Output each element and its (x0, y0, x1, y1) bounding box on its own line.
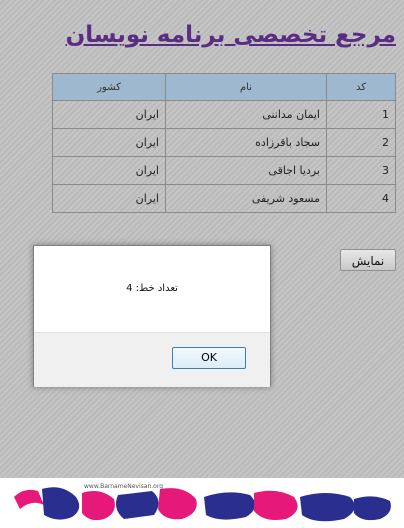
column-header-code: کد (326, 73, 396, 101)
show-button[interactable]: نمایش (340, 249, 396, 271)
column-header-name: نام (165, 73, 327, 101)
logo-letter-blue-1 (42, 487, 80, 520)
table-row: 3 بردیا اجاقی ایران (52, 156, 396, 185)
logo-letter-blue-5 (354, 496, 391, 521)
logo-letter-blue-3 (204, 492, 256, 520)
table-row: 1 ایمان مداننی ایران (52, 100, 396, 129)
logo-letter-pink-3 (254, 490, 298, 520)
cell-name: مسعود شریفی (165, 184, 327, 213)
dialog-footer: OK (34, 332, 270, 387)
page-title: مرجع تخصصی برنامه نویسان (65, 22, 396, 48)
table-row: 4 مسعود شریفی ایران (52, 184, 396, 213)
table-header-row: کد نام کشور (52, 73, 396, 101)
cell-code: 4 (326, 184, 396, 213)
cell-name: ایمان مداننی (165, 100, 327, 129)
cell-code: 2 (326, 128, 396, 157)
data-table: کد نام کشور 1 ایمان مداننی ایران 2 سجاد … (52, 73, 396, 213)
logo-url-text: www.BarnameNevisan.org (84, 483, 163, 490)
page-area: مرجع تخصصی برنامه نویسان کد نام کشور 1 ا… (0, 0, 404, 478)
cell-code: 3 (326, 156, 396, 185)
cell-country: ایران (52, 100, 166, 129)
cell-name: سجاد باقرزاده (165, 128, 327, 157)
cell-country: ایران (52, 184, 166, 213)
ok-button[interactable]: OK (172, 347, 246, 369)
table-row: 2 سجاد باقرزاده ایران (52, 128, 396, 157)
logo-letter-pink-2 (158, 488, 197, 520)
logo-letter-blue-4 (300, 493, 355, 522)
alert-dialog: تعداد خط: 4 OK (33, 245, 271, 387)
cell-country: ایران (52, 156, 166, 185)
column-header-country: کشور (52, 73, 166, 101)
barnamenevisan-logo: www.BarnameNevisan.org (14, 483, 391, 522)
dialog-message: تعداد خط: 4 (126, 283, 178, 294)
cell-code: 1 (326, 100, 396, 129)
dialog-body: تعداد خط: 4 (34, 246, 270, 332)
cell-name: بردیا اجاقی (165, 156, 327, 185)
logo-letter-pink-1 (82, 491, 115, 521)
cell-country: ایران (52, 128, 166, 157)
logo-letter-blue-2 (116, 491, 159, 519)
logo-swoosh-pink (14, 489, 44, 509)
